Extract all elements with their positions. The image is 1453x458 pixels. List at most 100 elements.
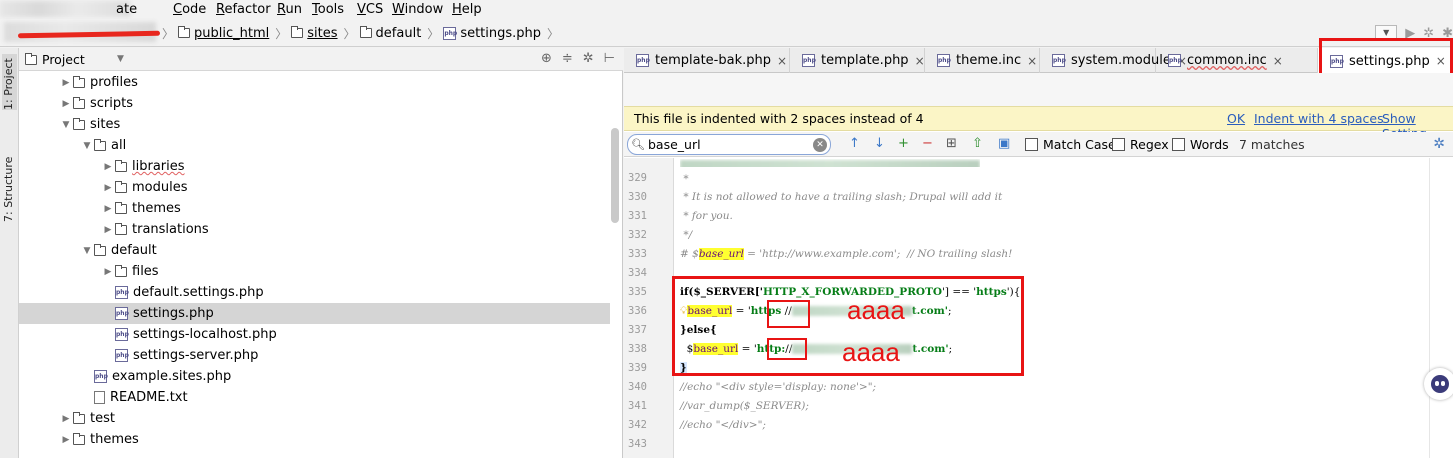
close-tab-icon[interactable]: × (777, 54, 787, 68)
assistant-icon[interactable] (1424, 368, 1453, 400)
search-input[interactable] (648, 137, 798, 152)
regex-label: Regex (1130, 137, 1169, 152)
indent-4-spaces-link[interactable]: Indent with 4 spaces (1254, 111, 1384, 126)
tree-item-label: default (111, 243, 157, 258)
hide-icon[interactable]: ⊢ (604, 51, 615, 66)
line-number: 329 (628, 172, 647, 184)
chevron-right-icon[interactable]: ▶ (101, 225, 115, 235)
filter-icon[interactable]: ▣ (998, 136, 1010, 152)
tree-item[interactable]: ▶ modules (19, 177, 610, 198)
breadcrumb-sites[interactable]: sites (307, 26, 337, 41)
line-number-gutter: 329 330 331 332 333 334 335 336 337 338 339 340 341 3… (624, 158, 674, 458)
tree-item[interactable]: ▼ all (19, 135, 610, 156)
match-case-option[interactable]: Match Case (1025, 137, 1116, 152)
close-tab-icon[interactable]: × (915, 54, 925, 68)
breadcrumb-default[interactable]: default (376, 26, 422, 41)
select-all-occurrences-icon[interactable]: ⊞ (946, 136, 957, 152)
ok-link[interactable]: OK (1227, 111, 1245, 126)
tree-item[interactable]: ▶ scripts (19, 93, 610, 114)
close-tab-icon[interactable]: × (1027, 54, 1037, 68)
php-file-icon: php (937, 54, 951, 67)
chevron-right-icon[interactable]: ▶ (59, 99, 73, 109)
annotation-aaaa-2: aaaa (842, 337, 900, 367)
menu-item[interactable]: Window (392, 2, 443, 17)
menu-item[interactable]: ate (116, 2, 137, 17)
next-match-icon[interactable]: ↓ (874, 136, 885, 152)
add-occurrence-icon[interactable]: + (898, 136, 909, 152)
tree-item-label: scripts (90, 96, 133, 111)
tree-item[interactable]: php settings-server.php (19, 345, 610, 366)
tree-item[interactable]: README.txt (19, 387, 610, 408)
view-dropdown-icon[interactable]: ▼ (117, 54, 124, 64)
regex-checkbox[interactable] (1112, 138, 1125, 151)
annotation-aaaa-1: aaaa (847, 295, 905, 325)
words-option[interactable]: Words (1172, 137, 1229, 152)
folder-icon (73, 117, 85, 130)
project-panel-header: Project ▼ ⊕ ≑ ✲ ⊢ (19, 48, 623, 71)
clear-search-icon[interactable]: ✕ (813, 138, 827, 152)
breadcrumb-settings[interactable]: settings.php (460, 26, 541, 41)
menu-item[interactable]: VCS (357, 2, 383, 17)
tree-item[interactable]: ▶ themes (19, 198, 610, 219)
editor-tab[interactable]: php template.php × (790, 48, 925, 73)
previous-match-icon[interactable]: ↑ (849, 136, 860, 152)
tree-item[interactable]: php example.sites.php (19, 366, 610, 387)
tree-item[interactable]: php settings-localhost.php (19, 324, 610, 345)
locate-icon[interactable]: ⊕ (541, 51, 552, 66)
chevron-right-icon[interactable]: ▶ (101, 267, 115, 277)
menu-item[interactable]: Help (452, 2, 482, 17)
menu-item[interactable]: Run (277, 2, 302, 17)
search-settings-gear-icon[interactable]: ✲ (1433, 136, 1445, 152)
remove-occurrence-icon[interactable]: − (922, 136, 933, 152)
collapse-icon[interactable]: ≑ (562, 51, 573, 66)
tree-item-label: all (111, 138, 127, 153)
chevron-right-icon[interactable]: ▶ (101, 183, 115, 193)
editor-tab[interactable]: php template-bak.php × (624, 48, 790, 73)
editor-tab[interactable]: php common.inc × (1156, 48, 1318, 73)
folder-icon (115, 180, 127, 193)
folder-icon (178, 26, 191, 38)
tree-item[interactable]: php default.settings.php (19, 282, 610, 303)
folder-icon (73, 75, 85, 88)
project-scrollbar[interactable] (611, 128, 619, 223)
tree-item[interactable]: ▶ themes (19, 429, 610, 450)
tree-item[interactable]: php settings.php (19, 303, 610, 324)
tree-item-label: themes (90, 432, 139, 447)
breadcrumb-public-html[interactable]: public_html (194, 26, 269, 41)
chevron-right-icon[interactable]: ▶ (59, 414, 73, 424)
tree-item[interactable]: ▶ test (19, 408, 610, 429)
tree-item[interactable]: ▼ sites (19, 114, 610, 135)
tool-tab-project[interactable]: 1: Project (2, 54, 17, 110)
menu-item[interactable]: Code (173, 2, 206, 17)
tree-item[interactable]: ▶ profiles (19, 72, 610, 93)
chevron-right-icon[interactable]: ▶ (101, 204, 115, 214)
code-line-340: //echo "<div style='display: none'>"; (680, 381, 877, 393)
chevron-right-icon[interactable]: ▶ (101, 162, 115, 172)
tool-tab-structure[interactable]: 7: Structure (2, 146, 17, 222)
menu-item[interactable]: Tools (312, 2, 344, 17)
search-icon[interactable]: 🔍︎ (628, 138, 648, 151)
menu-item[interactable]: Refactor (216, 2, 271, 17)
chevron-right-icon[interactable]: ▶ (59, 78, 73, 88)
regex-option[interactable]: Regex (1112, 137, 1169, 152)
folder-icon (115, 264, 127, 277)
editor-tab[interactable]: php system.module × (1040, 48, 1187, 73)
chevron-down-icon[interactable]: ▼ (80, 246, 94, 256)
close-tab-icon[interactable]: × (1273, 54, 1283, 68)
tree-item[interactable]: ▶ translations (19, 219, 610, 240)
export-icon[interactable]: ⇧ (972, 136, 983, 152)
editor-tab[interactable]: php theme.inc × (925, 48, 1040, 73)
tree-item[interactable]: ▶ libraries (19, 156, 610, 177)
tree-item[interactable]: ▼ default (19, 240, 610, 261)
match-case-checkbox[interactable] (1025, 138, 1038, 151)
chevron-down-icon[interactable]: ▼ (59, 120, 73, 130)
tree-item[interactable]: ▶ files (19, 261, 610, 282)
folder-icon (115, 201, 127, 214)
words-checkbox[interactable] (1172, 138, 1185, 151)
blurred-menu-region (0, 1, 130, 17)
project-panel-title[interactable]: Project (42, 52, 85, 67)
chevron-down-icon[interactable]: ▼ (80, 141, 94, 151)
gear-icon[interactable]: ✲ (583, 51, 594, 66)
chevron-right-icon[interactable]: ▶ (59, 435, 73, 445)
line-number: 341 (628, 400, 647, 412)
